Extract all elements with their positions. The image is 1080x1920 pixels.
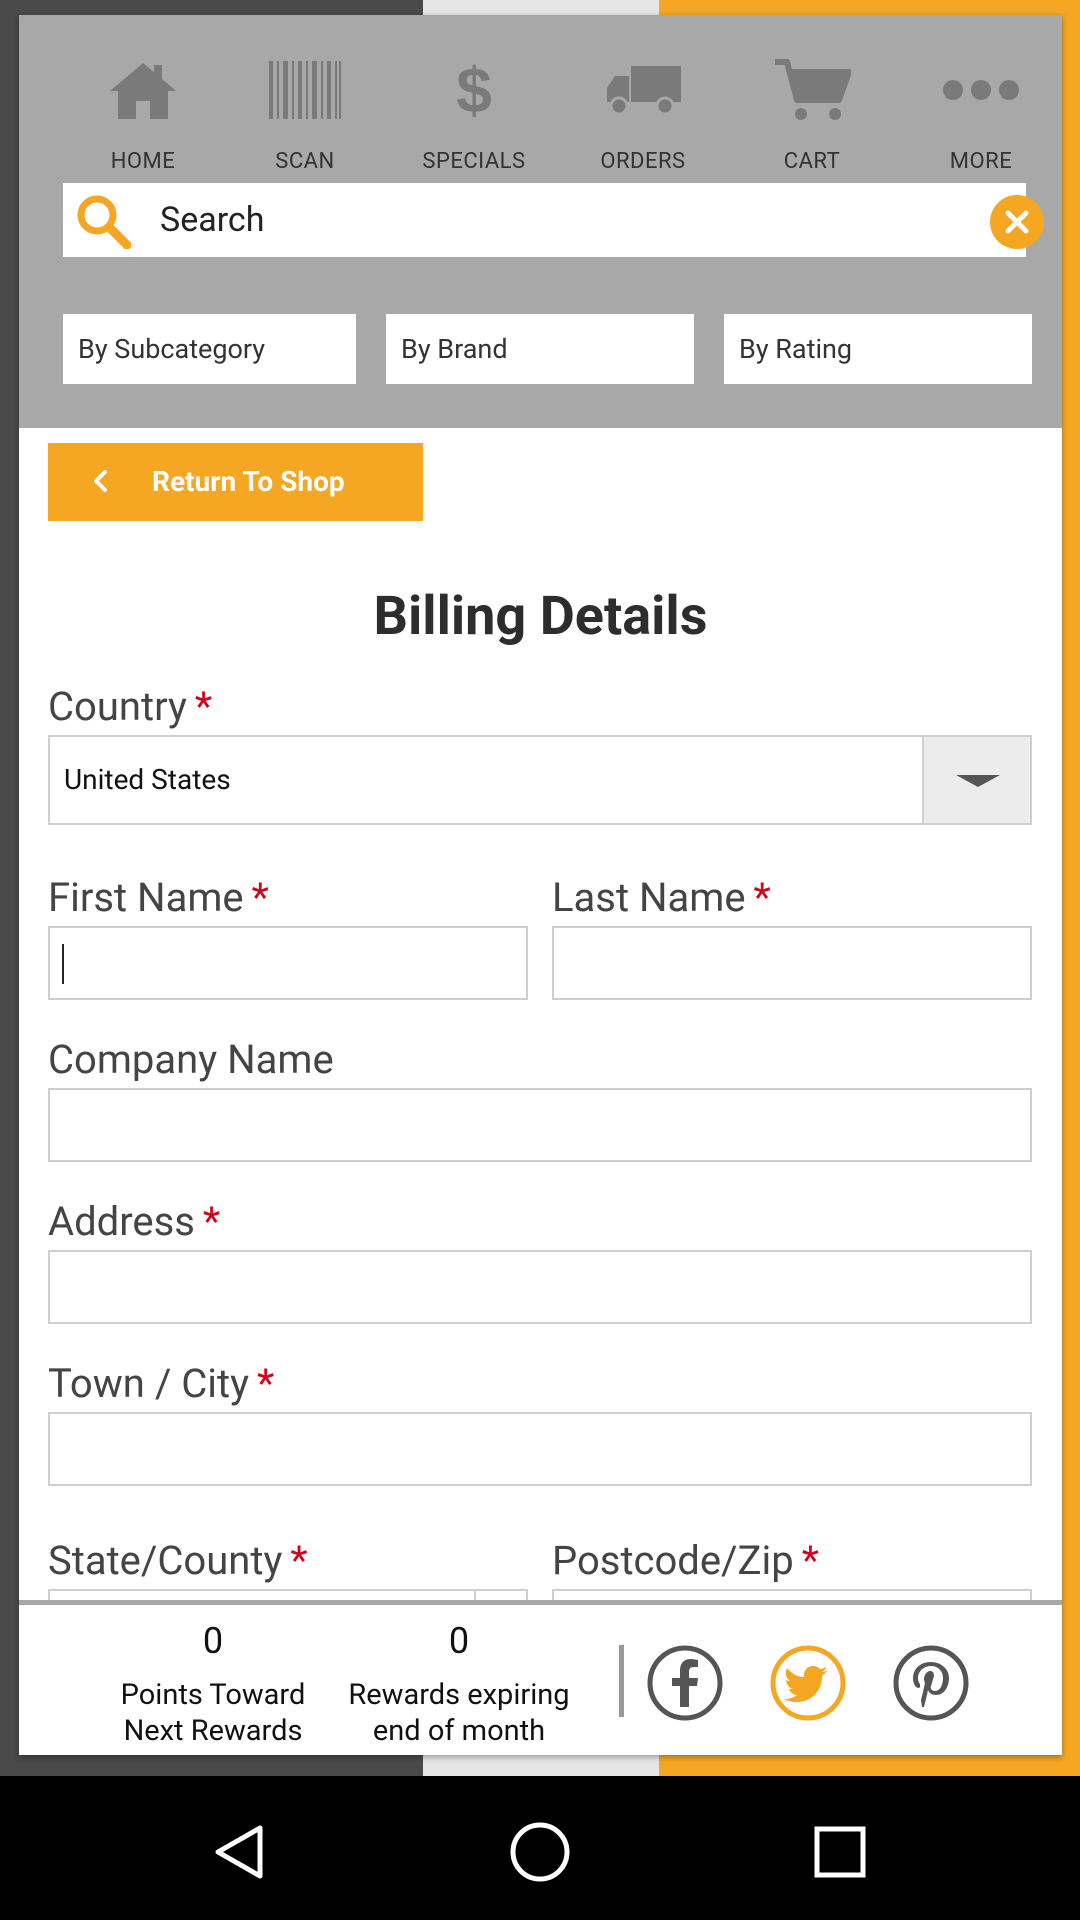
nav-label: CART <box>783 149 841 174</box>
filter-rating[interactable]: By Rating <box>724 314 1032 384</box>
pinterest-icon <box>893 1645 969 1721</box>
search-input[interactable]: Search <box>160 183 264 257</box>
dropdown-button[interactable] <box>922 737 1030 823</box>
truck-icon <box>568 55 718 125</box>
nav-label: ORDERS <box>600 149 686 174</box>
system-navigation-bar <box>0 1776 1080 1920</box>
home-icon <box>68 55 218 125</box>
home-circle-icon <box>510 1822 570 1882</box>
nav-scan[interactable]: SCAN <box>230 45 380 185</box>
page-title: Billing Details <box>373 585 708 648</box>
nav-specials[interactable]: $ SPECIALS <box>399 45 549 185</box>
address-label: Address * <box>48 1198 221 1245</box>
country-label: Country * <box>48 683 213 730</box>
dollar-icon: $ <box>399 55 549 125</box>
close-icon <box>1005 210 1029 234</box>
top-nav: HOME SCAN $ SPECIALS ORDERS CART MORE <box>19 45 1062 185</box>
clear-search-button[interactable] <box>990 195 1044 249</box>
country-value: United States <box>64 763 231 796</box>
filter-brand[interactable]: By Brand <box>386 314 694 384</box>
nav-cart[interactable]: CART <box>737 45 887 185</box>
nav-label: HOME <box>110 149 176 174</box>
last-name-label: Last Name * <box>552 874 771 921</box>
required-mark: * <box>194 683 213 730</box>
nav-label: SCAN <box>275 149 335 174</box>
required-mark: * <box>801 1537 819 1584</box>
recents-square-icon <box>814 1826 866 1878</box>
chevron-left-icon <box>94 470 107 492</box>
app-container: HOME SCAN $ SPECIALS ORDERS CART MORE Se… <box>19 15 1062 1755</box>
last-name-field[interactable] <box>552 926 1032 1000</box>
first-name-label: First Name * <box>48 874 269 921</box>
city-label: Town / City * <box>48 1360 275 1407</box>
points-description: Points Toward Next Rewards <box>120 1678 306 1748</box>
text-cursor <box>62 944 64 984</box>
required-mark: * <box>202 1198 221 1245</box>
expiring-value: 0 <box>448 1620 470 1662</box>
twitter-icon <box>770 1645 846 1721</box>
home-button[interactable] <box>500 1812 580 1892</box>
nav-orders[interactable]: ORDERS <box>568 45 718 185</box>
back-button[interactable] <box>200 1812 280 1892</box>
twitter-button[interactable] <box>770 1645 846 1721</box>
nav-label: MORE <box>949 149 1013 174</box>
return-to-shop-label: Return To Shop <box>152 465 345 498</box>
facebook-icon <box>647 1645 723 1721</box>
expiring-description: Rewards expiring end of month <box>348 1678 570 1748</box>
company-name-field[interactable] <box>48 1088 1032 1162</box>
divider <box>619 1645 624 1717</box>
city-field[interactable] <box>48 1412 1032 1486</box>
company-name-label: Company Name <box>48 1036 334 1083</box>
back-triangle-icon <box>215 1825 263 1879</box>
zip-label: Postcode/Zip * <box>552 1537 819 1584</box>
cart-icon <box>737 55 887 125</box>
required-mark: * <box>290 1537 308 1584</box>
barcode-icon <box>230 55 380 125</box>
pinterest-button[interactable] <box>893 1645 969 1721</box>
search-icon <box>75 193 132 250</box>
chevron-down-icon <box>956 775 1000 787</box>
more-icon <box>906 55 1056 125</box>
state-label: State/County * <box>48 1537 308 1584</box>
facebook-button[interactable] <box>647 1645 723 1721</box>
nav-label: SPECIALS <box>422 149 526 174</box>
svg-text:$: $ <box>456 58 492 122</box>
header: HOME SCAN $ SPECIALS ORDERS CART MORE Se… <box>19 15 1062 428</box>
address-field[interactable] <box>48 1250 1032 1324</box>
nav-more[interactable]: MORE <box>906 45 1056 185</box>
country-select[interactable]: United States <box>48 735 1032 825</box>
required-mark: * <box>753 874 771 921</box>
required-mark: * <box>251 874 269 921</box>
return-to-shop-button[interactable]: Return To Shop <box>48 443 423 521</box>
required-mark: * <box>257 1360 275 1407</box>
filter-subcategory[interactable]: By Subcategory <box>63 314 356 384</box>
first-name-field[interactable] <box>48 926 528 1000</box>
search-bar[interactable]: Search <box>63 183 1044 257</box>
nav-home[interactable]: HOME <box>68 45 218 185</box>
recents-button[interactable] <box>800 1812 880 1892</box>
rewards-bar: 0 Points Toward Next Rewards 0 Rewards e… <box>19 1600 1062 1755</box>
points-value: 0 <box>202 1620 224 1662</box>
